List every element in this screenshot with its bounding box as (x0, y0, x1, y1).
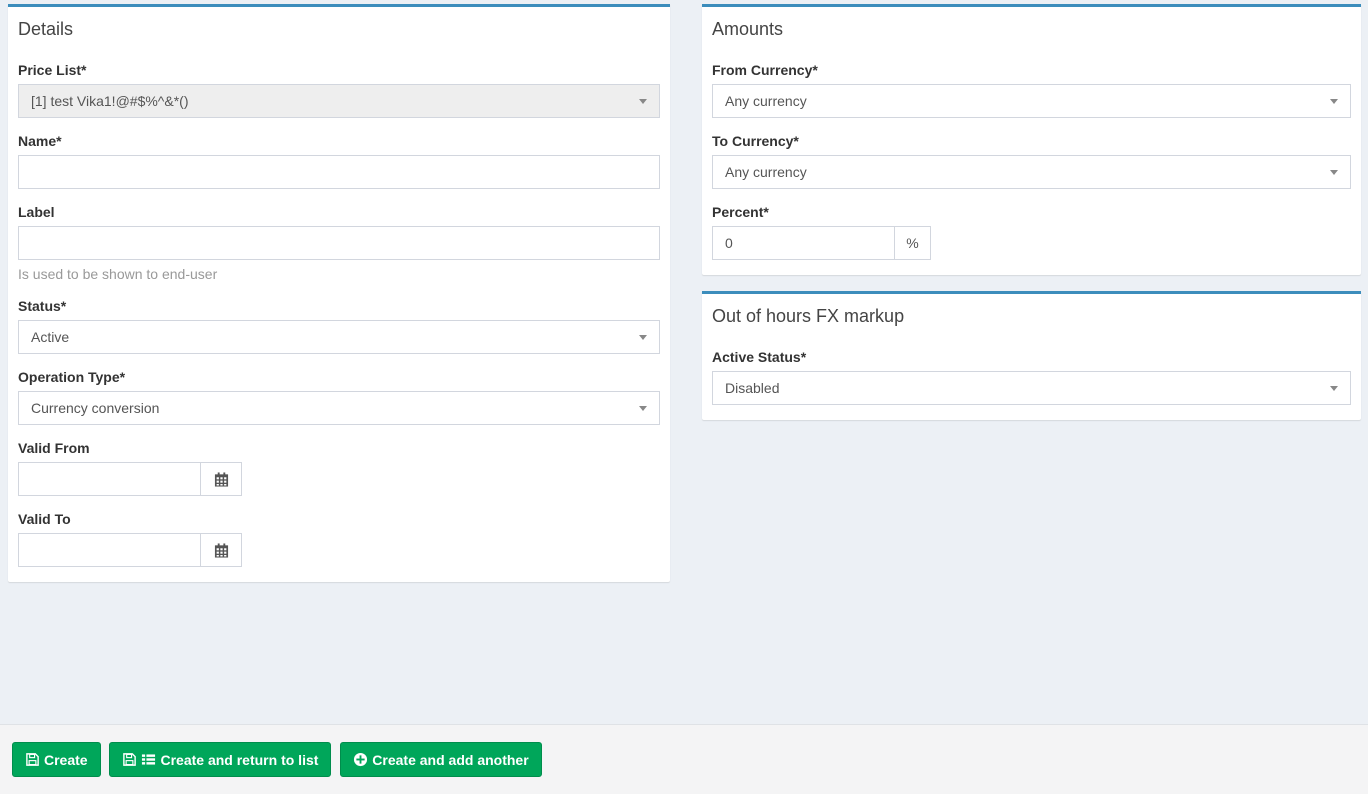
to-currency-selected-value: Any currency (725, 164, 807, 180)
valid-to-field: Valid To (18, 511, 660, 567)
valid-from-calendar-button[interactable] (201, 462, 242, 496)
name-field: Name* (18, 133, 660, 189)
plus-circle-icon (353, 752, 368, 767)
label-label: Label (18, 204, 660, 220)
from-currency-label: From Currency* (712, 62, 1351, 78)
caret-down-icon (639, 335, 647, 340)
active-status-label: Active Status* (712, 349, 1351, 365)
name-input[interactable] (18, 155, 660, 189)
valid-from-input[interactable] (18, 462, 201, 496)
status-select[interactable]: Active (18, 320, 660, 354)
label-help-text: Is used to be shown to end-user (18, 266, 660, 283)
create-and-add-another-button[interactable]: Create and add another (340, 742, 541, 777)
operation-type-select[interactable]: Currency conversion (18, 391, 660, 425)
amounts-panel: Amounts From Currency* Any currency To C… (702, 4, 1361, 275)
valid-from-field: Valid From (18, 440, 660, 496)
active-status-select[interactable]: Disabled (712, 371, 1351, 405)
name-label: Name* (18, 133, 660, 149)
out-of-hours-panel: Out of hours FX markup Active Status* Di… (702, 291, 1361, 420)
amounts-panel-title: Amounts (702, 7, 1361, 41)
footer-action-bar: Create Create and return to list Create … (0, 724, 1368, 794)
details-panel-title: Details (8, 7, 670, 41)
price-list-label: Price List* (18, 62, 660, 78)
create-and-return-to-list-button[interactable]: Create and return to list (109, 742, 331, 777)
caret-down-icon (639, 406, 647, 411)
operation-type-field: Operation Type* Currency conversion (18, 369, 660, 425)
valid-to-input[interactable] (18, 533, 201, 567)
percent-addon: % (895, 226, 931, 260)
label-input[interactable] (18, 226, 660, 260)
out-of-hours-panel-title: Out of hours FX markup (702, 294, 1361, 328)
status-selected-value: Active (31, 329, 69, 345)
valid-to-calendar-button[interactable] (201, 533, 242, 567)
price-list-select: [1] test Vika1!@#$%^&*() (18, 84, 660, 118)
to-currency-field: To Currency* Any currency (712, 133, 1351, 189)
create-and-return-button-label: Create and return to list (160, 752, 318, 768)
status-label: Status* (18, 298, 660, 314)
valid-from-label: Valid From (18, 440, 660, 456)
to-currency-label: To Currency* (712, 133, 1351, 149)
to-currency-select[interactable]: Any currency (712, 155, 1351, 189)
percent-field: Percent* % (712, 204, 1351, 260)
content-area: Details Price List* [1] test Vika1!@#$%^… (0, 0, 1368, 724)
caret-down-icon (1330, 386, 1338, 391)
create-button[interactable]: Create (12, 742, 101, 777)
price-list-selected-value: [1] test Vika1!@#$%^&*() (31, 93, 188, 109)
create-button-label: Create (44, 752, 88, 768)
create-and-add-button-label: Create and add another (372, 752, 528, 768)
percent-input[interactable] (712, 226, 895, 260)
price-list-field: Price List* [1] test Vika1!@#$%^&*() (18, 62, 660, 118)
from-currency-selected-value: Any currency (725, 93, 807, 109)
caret-down-icon (1330, 99, 1338, 104)
save-icon (25, 752, 40, 767)
from-currency-select[interactable]: Any currency (712, 84, 1351, 118)
status-field: Status* Active (18, 298, 660, 354)
percent-label: Percent* (712, 204, 1351, 220)
details-panel: Details Price List* [1] test Vika1!@#$%^… (8, 4, 670, 582)
active-status-field: Active Status* Disabled (712, 349, 1351, 405)
valid-to-label: Valid To (18, 511, 660, 527)
calendar-icon (214, 472, 229, 487)
from-currency-field: From Currency* Any currency (712, 62, 1351, 118)
calendar-icon (214, 543, 229, 558)
caret-down-icon (1330, 170, 1338, 175)
operation-type-label: Operation Type* (18, 369, 660, 385)
th-list-icon (141, 752, 156, 767)
caret-down-icon (639, 99, 647, 104)
label-field: Label Is used to be shown to end-user (18, 204, 660, 283)
operation-type-selected-value: Currency conversion (31, 400, 159, 416)
save-icon (122, 752, 137, 767)
active-status-selected-value: Disabled (725, 380, 779, 396)
